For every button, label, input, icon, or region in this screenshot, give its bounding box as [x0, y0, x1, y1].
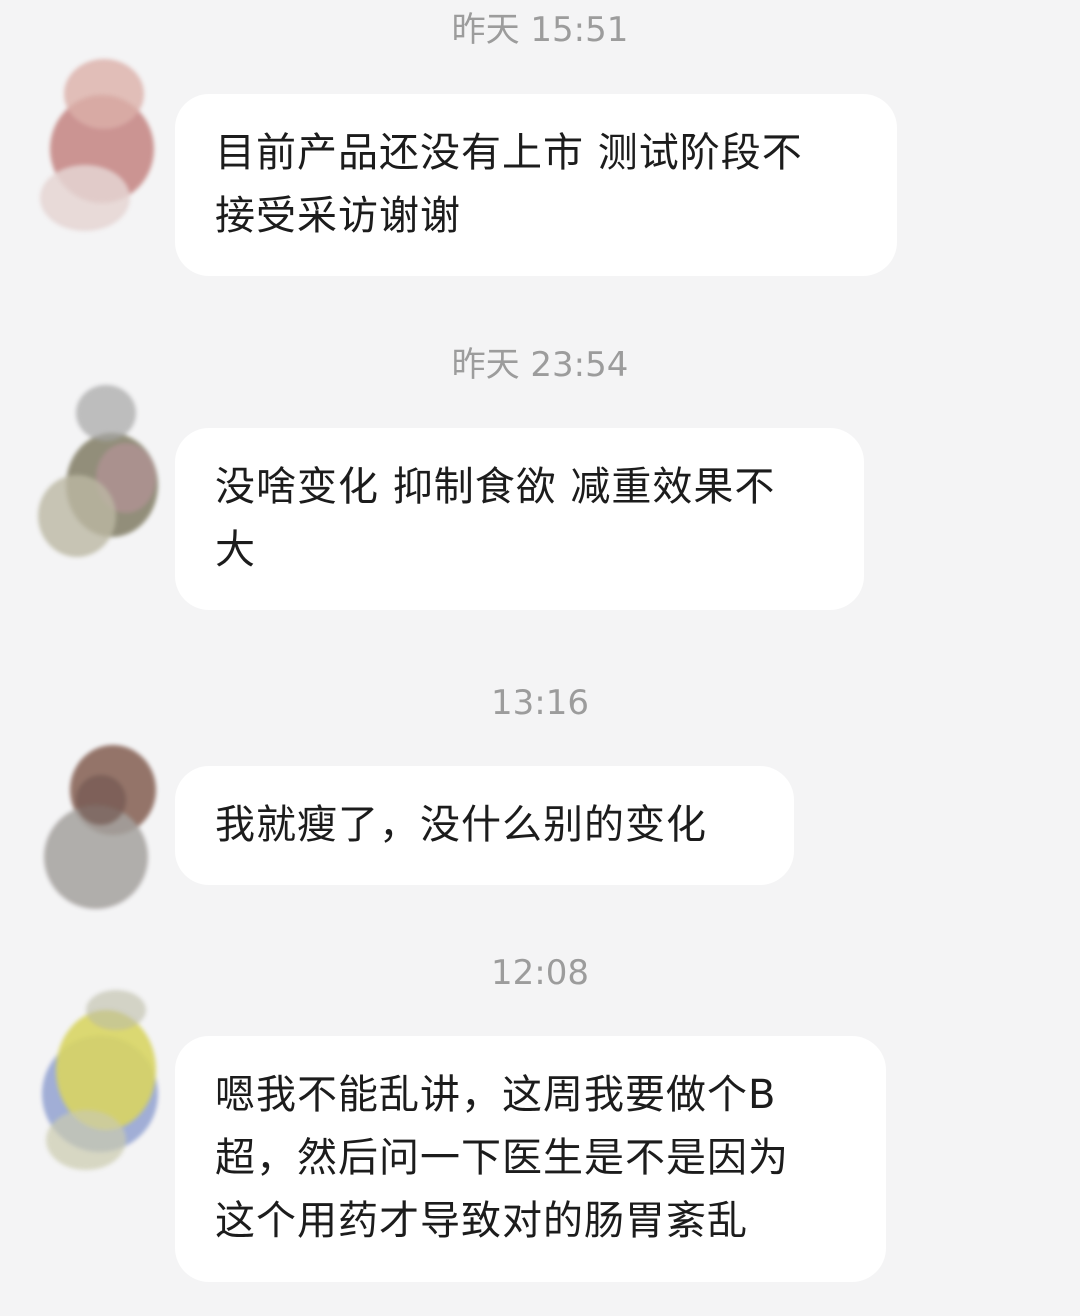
message-bubble[interactable]: 嗯我不能乱讲，这周我要做个B 超，然后问一下医生是不是因为 这个用药才导致对的肠… [175, 1036, 886, 1282]
message-line: 没啥变化 抑制食欲 减重效果不 [215, 464, 776, 510]
message-line: 我就瘦了，没什么别的变化 [215, 802, 707, 848]
message-line: 目前产品还没有上市 测试阶段不 [215, 130, 803, 176]
message-line: 大 [215, 527, 256, 573]
message-timestamp: 13:16 [491, 683, 589, 723]
message-line: 超，然后问一下医生是不是因为 [215, 1135, 789, 1181]
message-timestamp: 昨天 15:51 [451, 10, 629, 50]
avatar-icon[interactable] [36, 735, 160, 915]
message-line: 接受采访谢谢 [215, 193, 461, 239]
avatar-icon[interactable] [36, 990, 160, 1170]
chat-thread[interactable]: 昨天 15:51 目前产品还没有上市 测试阶段不 接受采访谢谢 昨天 23:54… [0, 0, 1080, 1316]
message-bubble[interactable]: 我就瘦了，没什么别的变化 [175, 766, 794, 885]
message-timestamp: 12:08 [491, 953, 589, 993]
message-bubble[interactable]: 目前产品还没有上市 测试阶段不 接受采访谢谢 [175, 94, 897, 276]
message-line: 这个用药才导致对的肠胃紊乱 [215, 1198, 748, 1244]
message-line: 嗯我不能乱讲，这周我要做个B [215, 1072, 777, 1118]
message-timestamp: 昨天 23:54 [451, 345, 629, 385]
avatar-icon[interactable] [36, 385, 160, 565]
avatar-icon[interactable] [36, 55, 160, 235]
message-bubble[interactable]: 没啥变化 抑制食欲 减重效果不 大 [175, 428, 864, 610]
